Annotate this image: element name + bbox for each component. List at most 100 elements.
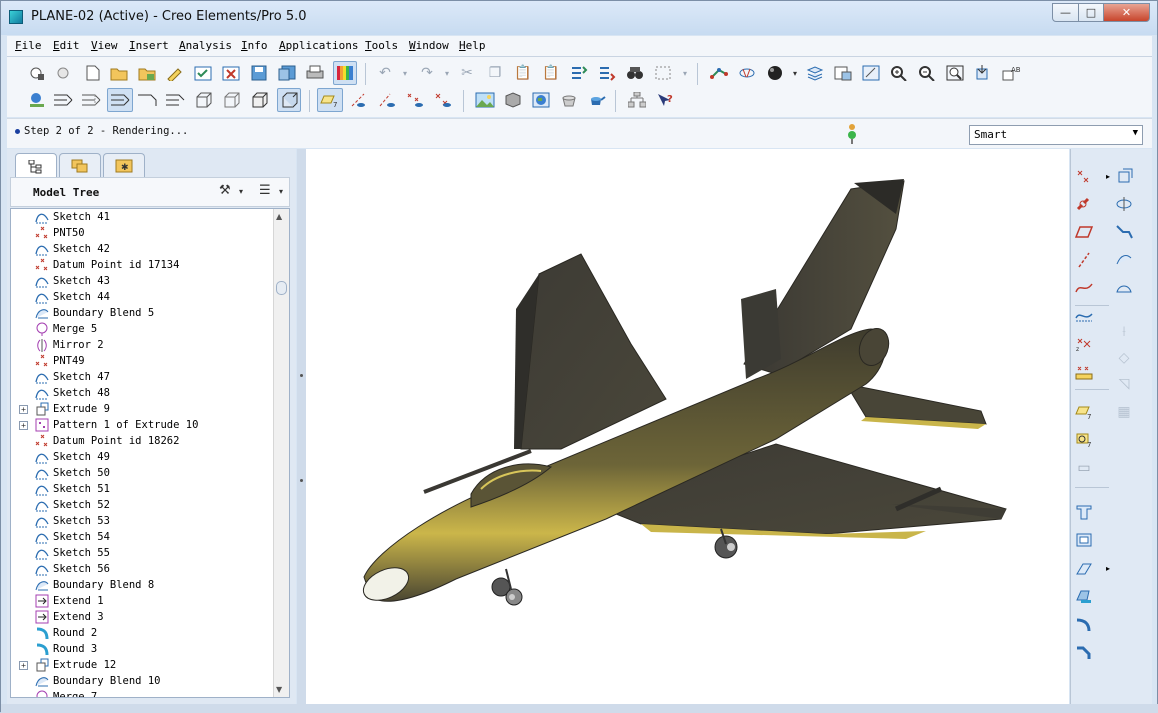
print-icon[interactable]	[305, 63, 325, 83]
graphics-window[interactable]	[306, 149, 1069, 704]
model-tree-structure-icon[interactable]	[627, 90, 647, 110]
reorient-icon[interactable]	[973, 63, 993, 83]
rib-tool-icon[interactable]	[1073, 557, 1095, 579]
new-session-icon[interactable]	[27, 63, 47, 83]
revolve-icon[interactable]	[1113, 193, 1135, 215]
tree-item[interactable]: Sketch 47	[11, 370, 269, 386]
tree-item[interactable]: Boundary Blend 10	[11, 674, 269, 690]
render-color-icon[interactable]	[333, 61, 357, 85]
tree-item[interactable]: Sketch 51	[11, 482, 269, 498]
erase-icon[interactable]	[53, 63, 73, 83]
datum-plane-icon[interactable]	[1073, 221, 1095, 243]
sphere-info-icon[interactable]	[27, 90, 47, 110]
undo-dropdown-icon[interactable]: ▾	[395, 63, 415, 83]
cube-wireframe-icon[interactable]	[193, 90, 213, 110]
open-folder-icon[interactable]	[109, 63, 129, 83]
cube-nohidden-icon[interactable]	[249, 90, 269, 110]
tree-item[interactable]: Sketch 54	[11, 530, 269, 546]
tree-item[interactable]: Mirror 2	[11, 338, 269, 354]
tree-item[interactable]: Datum Point id 17134	[11, 258, 269, 274]
globe-render-icon[interactable]	[531, 90, 551, 110]
tree-item[interactable]: Sketch 52	[11, 498, 269, 514]
round-tool-icon[interactable]	[1073, 613, 1095, 635]
shell-tool-icon[interactable]	[1073, 529, 1095, 551]
hidden-line-icon[interactable]	[81, 90, 101, 110]
new-file-icon[interactable]	[83, 63, 103, 83]
spin-center-icon[interactable]	[737, 63, 757, 83]
tree-item[interactable]: Round 3	[11, 642, 269, 658]
appearance-icon[interactable]	[503, 90, 523, 110]
tree-item[interactable]: PNT50	[11, 226, 269, 242]
expand-toggle-icon[interactable]: +	[19, 661, 28, 670]
tree-item[interactable]: Merge 7	[11, 690, 269, 697]
tree-item[interactable]: Sketch 48	[11, 386, 269, 402]
menu-analysis[interactable]: Analysis	[179, 39, 232, 52]
tree-item[interactable]: PNT49	[11, 354, 269, 370]
tree-item[interactable]: Merge 5	[11, 322, 269, 338]
zoom-out-icon[interactable]	[917, 63, 937, 83]
sketch-plane-icon[interactable]	[1113, 165, 1135, 187]
paste-icon[interactable]: 📋	[513, 63, 533, 83]
insert-sketch-plane-icon[interactable]: 7	[1073, 429, 1095, 451]
find-binoculars-icon[interactable]	[625, 63, 645, 83]
datum-points-axis-icon[interactable]	[377, 90, 397, 110]
scroll-down-icon[interactable]: ▼	[276, 685, 282, 694]
datum-axis-icon[interactable]	[1073, 249, 1095, 271]
no-hidden-icon[interactable]	[107, 88, 133, 112]
close-button[interactable]: ✕	[1103, 3, 1150, 22]
blend-icon[interactable]	[1113, 249, 1135, 271]
landscape-scene-icon[interactable]	[475, 90, 495, 110]
maximize-button[interactable]: □	[1078, 3, 1104, 22]
minimize-button[interactable]: —	[1052, 3, 1079, 22]
pot-icon[interactable]	[559, 90, 579, 110]
shading-dropdown-icon[interactable]: ▾	[785, 63, 805, 83]
text-style-icon[interactable]: AB	[1001, 63, 1021, 83]
tab-model-tree[interactable]	[15, 153, 57, 179]
menu-info[interactable]: Info	[241, 39, 268, 52]
cut-icon[interactable]: ✂	[457, 63, 477, 83]
sketch-tool-icon[interactable]	[1073, 305, 1095, 327]
expand-toggle-icon[interactable]: +	[19, 405, 28, 414]
scroll-up-icon[interactable]: ▲	[276, 212, 282, 221]
coordinate-systems-icon[interactable]	[433, 90, 453, 110]
datum-axes-icon[interactable]	[349, 90, 369, 110]
wireframe-display-icon[interactable]	[53, 90, 73, 110]
rib-flyout-icon[interactable]: ▸	[1097, 557, 1119, 579]
scroll-thumb[interactable]	[276, 281, 287, 295]
saved-views-icon[interactable]	[861, 63, 881, 83]
vertical-scrollbar[interactable]: ▲ ▼	[273, 209, 289, 697]
datum-curve-icon[interactable]	[1073, 277, 1095, 299]
teapot-render-icon[interactable]	[587, 90, 607, 110]
menu-tools[interactable]: Tools	[365, 39, 398, 52]
select-box-icon[interactable]	[653, 63, 673, 83]
datum-display-icon[interactable]	[709, 63, 729, 83]
view-manager-icon[interactable]	[833, 63, 853, 83]
tree-item[interactable]: Boundary Blend 8	[11, 578, 269, 594]
tree-item[interactable]: Sketch 56	[11, 562, 269, 578]
select-window-icon[interactable]	[193, 63, 213, 83]
cube-hidden-icon[interactable]	[221, 90, 241, 110]
tab-favorites[interactable]: ✱	[103, 153, 145, 177]
layers-icon[interactable]	[805, 63, 825, 83]
menu-applications[interactable]: Applications	[279, 39, 358, 52]
datum-points-icon[interactable]	[405, 90, 425, 110]
tree-item[interactable]: Sketch 53	[11, 514, 269, 530]
chain-link-icon[interactable]	[1073, 193, 1095, 215]
tree-item[interactable]: Sketch 43	[11, 274, 269, 290]
select-dropdown-icon[interactable]: ▾	[675, 63, 695, 83]
tree-item[interactable]: Sketch 41	[11, 210, 269, 226]
show-dropdown-icon[interactable]: ▾	[279, 187, 283, 196]
rename-icon[interactable]	[165, 63, 185, 83]
shading-icon[interactable]	[137, 90, 157, 110]
datum-point-tool-icon[interactable]	[1073, 165, 1095, 187]
boundary-blend-icon[interactable]	[1113, 277, 1135, 299]
tree-item[interactable]: Extend 1	[11, 594, 269, 610]
settings-dropdown-icon[interactable]: ▾	[239, 187, 243, 196]
paste-special-icon[interactable]: 📋	[541, 63, 561, 83]
tree-item[interactable]: + Extrude 9	[11, 402, 269, 418]
regenerate-icon[interactable]	[569, 63, 589, 83]
open-working-dir-icon[interactable]	[137, 63, 157, 83]
panel-splitter[interactable]	[297, 149, 306, 704]
redo-dropdown-icon[interactable]: ▾	[437, 63, 457, 83]
redo-icon[interactable]: ↷	[417, 63, 437, 83]
